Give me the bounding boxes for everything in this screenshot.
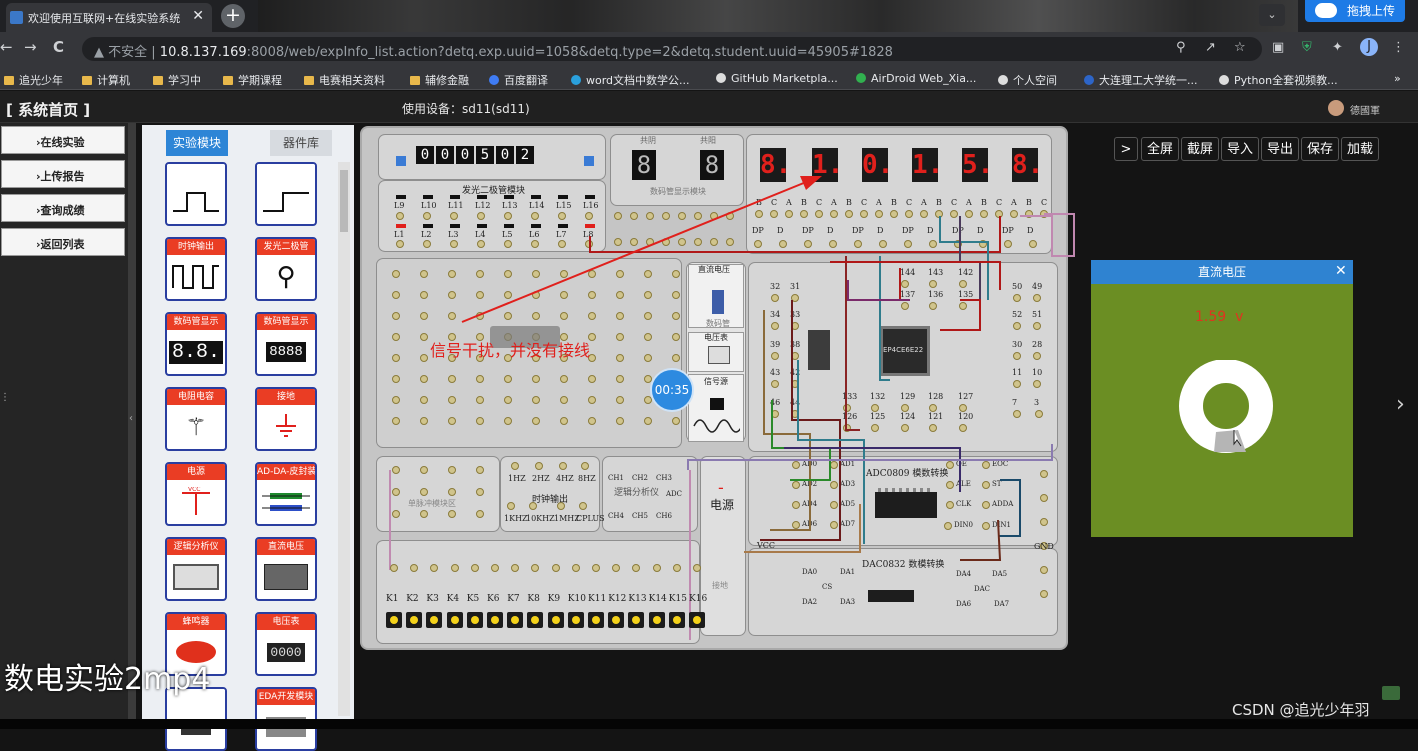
fullscreen-button[interactable]: 全屏	[1141, 137, 1179, 161]
toggle-switch[interactable]	[628, 612, 645, 628]
connector-hole[interactable]	[592, 564, 600, 572]
toggle-switch[interactable]	[547, 612, 564, 628]
wire[interactable]	[744, 504, 861, 553]
watermark: CSDN @追光少年羽	[1232, 701, 1370, 719]
dc-window-title[interactable]: 直流电压	[1091, 260, 1353, 284]
switch-led	[652, 616, 661, 624]
toolbar-expand-button[interactable]: >	[1114, 137, 1138, 161]
toggle-switch[interactable]	[466, 612, 483, 628]
switch-led	[470, 616, 479, 624]
switch-led	[511, 616, 520, 624]
connector-hole[interactable]	[551, 564, 560, 572]
switch-led	[672, 616, 681, 624]
switch-led	[430, 616, 439, 624]
close-icon[interactable]: ✕	[1335, 263, 1347, 279]
switch-led	[491, 616, 499, 624]
toggle-switch[interactable]	[668, 612, 685, 628]
screenshot-button[interactable]: 截屏	[1181, 137, 1219, 161]
video-title: 数电实验2mp4	[4, 662, 211, 697]
annotation-arrow	[461, 177, 817, 323]
toggle-switch[interactable]	[689, 612, 705, 628]
key-label: K16	[689, 594, 708, 604]
switch-led	[410, 616, 419, 624]
key-label: K13	[628, 594, 647, 604]
key-label: K11	[588, 594, 607, 604]
import-button[interactable]: 导入	[1221, 137, 1259, 161]
connector-hole[interactable]	[470, 564, 479, 572]
key-label: K15	[668, 594, 687, 604]
key-label: K7	[507, 594, 520, 604]
toggle-switch[interactable]	[567, 612, 584, 628]
save-button[interactable]: 保存	[1301, 137, 1339, 161]
voltage-value: 1.59	[1195, 309, 1227, 325]
connector-hole[interactable]	[672, 564, 681, 572]
voltage-unit: v	[1235, 309, 1244, 325]
chat-icon[interactable]	[1382, 686, 1400, 700]
switch-led	[632, 616, 641, 624]
switch-led	[390, 616, 398, 624]
toggle-switch[interactable]	[446, 612, 463, 628]
key-label: K8	[527, 594, 540, 604]
key-label: K10	[567, 594, 586, 604]
load-button[interactable]: 加载	[1341, 137, 1379, 161]
key-label: K12	[608, 594, 627, 604]
switch-led	[551, 616, 560, 624]
switch-led	[531, 616, 540, 624]
toggle-switch[interactable]	[648, 612, 665, 628]
toggle-switch[interactable]	[527, 612, 544, 628]
key-label: K9	[547, 594, 561, 604]
toggle-switch[interactable]	[608, 612, 625, 628]
left-edge-marker: ⋮	[0, 392, 10, 403]
wire[interactable]	[589, 216, 1001, 253]
wire[interactable]	[998, 479, 1021, 537]
voltage-knob[interactable]	[1176, 360, 1276, 456]
toggle-switch[interactable]	[426, 612, 443, 628]
next-arrow-icon[interactable]: ›	[1396, 392, 1405, 417]
bottom-strip	[0, 719, 1418, 729]
switch-led	[592, 616, 600, 624]
connector-hole[interactable]	[652, 564, 661, 572]
export-button[interactable]: 导出	[1261, 137, 1299, 161]
key-label: K6	[487, 594, 500, 604]
annotation-text: 信号干扰，并没有接线	[430, 341, 591, 360]
wire[interactable]	[959, 216, 981, 300]
connector-hole[interactable]	[693, 564, 701, 572]
wire[interactable]	[830, 261, 1001, 290]
key-label: K14	[648, 594, 667, 604]
switch-led	[693, 616, 701, 624]
connector-hole[interactable]	[450, 564, 459, 572]
dc-voltage-readout: 1.59 v	[1195, 309, 1243, 325]
switch-led	[571, 616, 580, 624]
toggle-switch[interactable]	[406, 612, 423, 628]
toggle-switch[interactable]	[386, 612, 402, 628]
key-label: K3	[426, 594, 439, 604]
switch-led	[450, 616, 459, 624]
connector-hole[interactable]	[491, 564, 499, 572]
wire[interactable]	[1020, 213, 1075, 257]
wire[interactable]	[960, 519, 1002, 561]
toggle-switch[interactable]	[588, 612, 604, 628]
key-label: K1	[386, 594, 399, 604]
key-label: K2	[406, 594, 419, 604]
wire[interactable]	[879, 256, 890, 381]
toggle-switch[interactable]	[507, 612, 524, 628]
wire[interactable]	[940, 299, 981, 331]
timer-badge[interactable]: 00:35	[650, 368, 694, 412]
connector-hole[interactable]	[571, 564, 580, 572]
key-label: K5	[466, 594, 480, 604]
switch-led	[612, 616, 621, 624]
toggle-switch[interactable]	[487, 612, 503, 628]
arrow-head	[800, 176, 822, 190]
key-label: K4	[446, 594, 460, 604]
connector-hole[interactable]	[390, 564, 398, 572]
